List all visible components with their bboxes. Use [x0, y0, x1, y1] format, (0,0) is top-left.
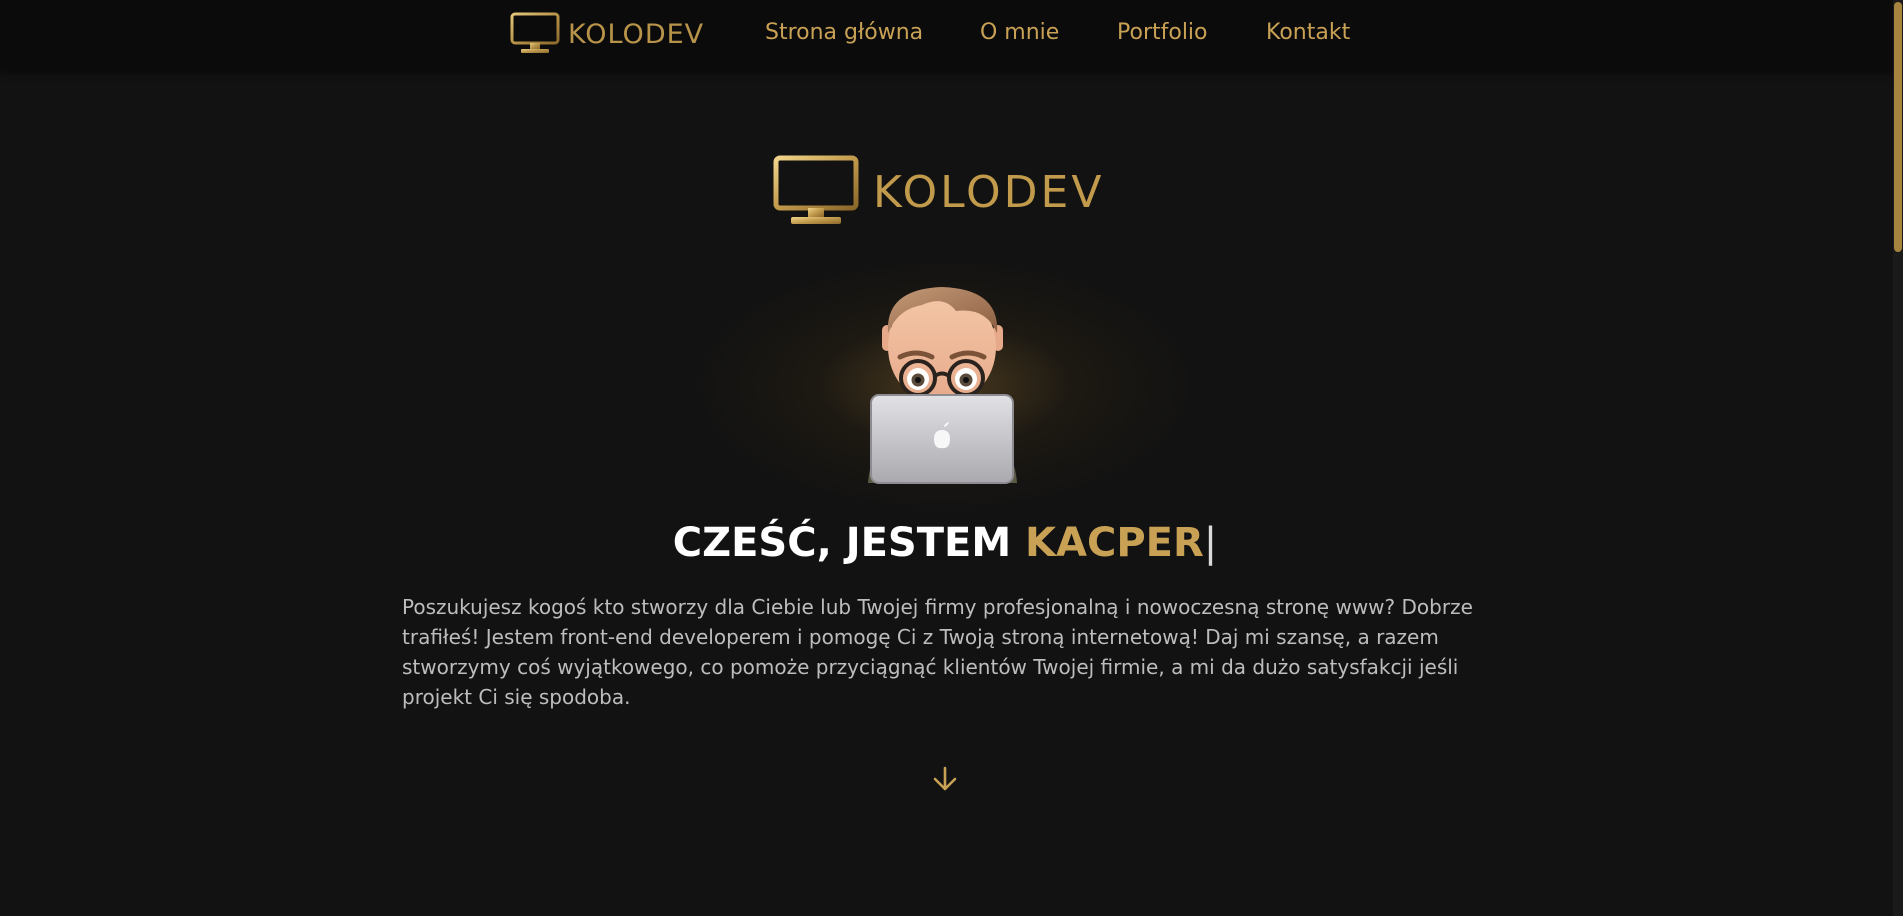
- hero-logo: KOLODEV: [773, 155, 1104, 229]
- page-scrollbar[interactable]: [1893, 0, 1903, 916]
- navbar: KOLODEV Strona główna O mnie Portfolio K…: [0, 0, 1903, 70]
- heading-name: KACPER: [1025, 520, 1204, 566]
- heading-greeting: CZEŚĆ, JESTEM: [672, 520, 1026, 566]
- monitor-icon: [510, 12, 560, 53]
- nav-link-contact[interactable]: Kontakt: [1266, 20, 1350, 45]
- nav-logo-text: KOLODEV: [568, 18, 705, 50]
- avatar: [868, 287, 1017, 484]
- scrollbar-thumb[interactable]: [1894, 2, 1902, 252]
- typing-cursor: |: [1203, 520, 1218, 566]
- monitor-icon: [773, 155, 859, 224]
- scroll-down-button[interactable]: [930, 764, 960, 794]
- nav-link-home[interactable]: Strona główna: [765, 20, 923, 45]
- nav-logo[interactable]: KOLODEV: [510, 12, 704, 56]
- hero-description: Poszukujesz kogoś kto stworzy dla Ciebie…: [402, 595, 1473, 709]
- nav-link-about[interactable]: O mnie: [980, 20, 1059, 45]
- hero-heading: CZEŚĆ, JESTEM KACPER|: [0, 520, 1890, 566]
- nav-link-portfolio[interactable]: Portfolio: [1117, 20, 1208, 45]
- hero-logo-text: KOLODEV: [873, 166, 1105, 218]
- arrow-down-icon: [933, 766, 957, 791]
